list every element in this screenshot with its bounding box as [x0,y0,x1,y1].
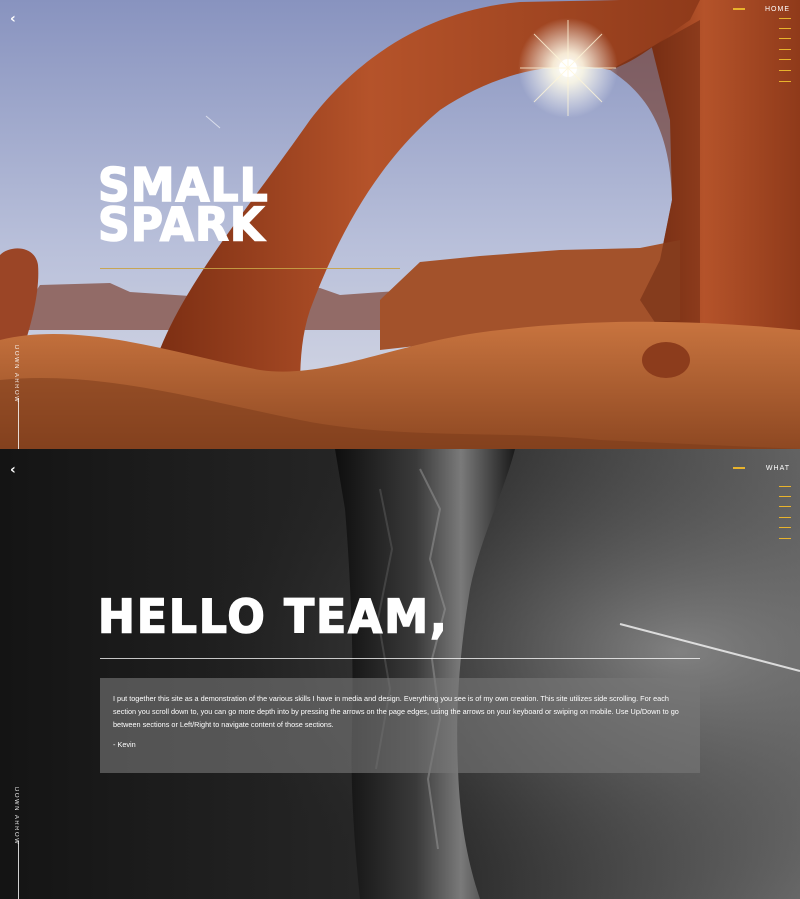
title-divider [100,658,700,659]
nav-dash-2[interactable] [779,496,791,497]
title-divider [100,268,400,269]
nav-dash-3[interactable] [779,38,791,39]
title-line-2: SPARK [97,198,265,253]
down-arrow-label[interactable]: DOWN ARROW [13,345,19,403]
nav-dash-1[interactable] [779,18,791,19]
page-title: SMALL SPARK [97,162,269,253]
intro-message-box: I put together this site as a demonstrat… [100,678,700,773]
intro-message: I put together this site as a demonstrat… [113,694,679,729]
nav-dash-4[interactable] [779,517,791,518]
nav-active-indicator [733,467,745,469]
nav-dash-5[interactable] [779,527,791,528]
back-arrow-icon[interactable]: ‹ [10,463,20,477]
nav-dash-6[interactable] [779,538,791,539]
nav-dash-3[interactable] [779,506,791,507]
nav-dash-5[interactable] [779,59,791,60]
home-section: ‹ HOME SMALL SPARK DOWN ARROW [0,0,800,449]
down-arrow-line [18,398,19,449]
back-arrow-icon[interactable]: ‹ [10,12,20,26]
down-arrow-label[interactable]: DOWN ARROW [13,787,19,845]
nav-label-what[interactable]: WHAT [766,465,790,472]
nav-dash-1[interactable] [779,486,791,487]
nav-dash-6[interactable] [779,70,791,71]
nav-dash-4[interactable] [779,49,791,50]
down-arrow-line [18,841,19,899]
nav-dash-7[interactable] [779,81,791,82]
nav-active-indicator [733,8,745,10]
rock-background-image [0,449,800,899]
what-section: ‹ WHAT DOWN ARROW [0,449,800,899]
nav-label-home[interactable]: HOME [765,6,790,13]
section-title: HELLO TEAM, [97,590,449,645]
nav-dash-2[interactable] [779,28,791,29]
signature: - Kevin [113,740,136,749]
